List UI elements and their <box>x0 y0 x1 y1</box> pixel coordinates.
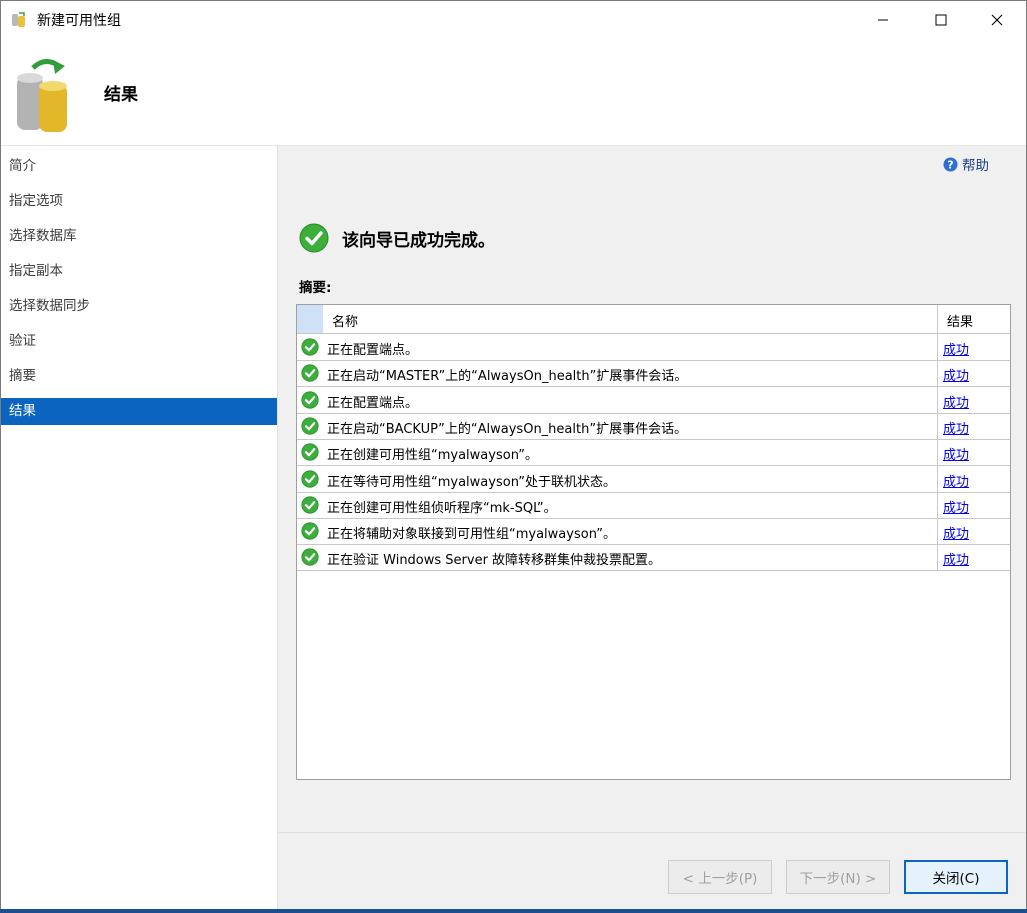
table-row[interactable]: 正在配置端点。 成功 <box>297 334 1010 361</box>
wizard-nav: 简介 指定选项 选择数据库 指定副本 选择数据同步 验证 摘要 结果 <box>1 146 278 912</box>
wizard-window: 新建可用性组 结果 简介 指定选项 选择数据库 指定副本 选择数据同步 验证 摘… <box>0 0 1027 913</box>
wizard-footer: < 上一步(P) 下一步(N) > 关闭(C) <box>278 832 1026 912</box>
table-row[interactable]: 正在等待可用性组“myalwayson”处于联机状态。 成功 <box>297 466 1010 493</box>
success-check-icon <box>301 443 319 461</box>
table-row[interactable]: 正在创建可用性组“myalwayson”。 成功 <box>297 439 1010 467</box>
row-action-name: 正在启动“BACKUP”上的“AlwaysOn_health”扩展事件会话。 <box>327 421 688 437</box>
svg-text:?: ? <box>947 158 953 171</box>
row-result-link[interactable]: 成功 <box>943 339 969 358</box>
nav-item-specify-options[interactable]: 指定选项 <box>1 188 277 215</box>
success-check-icon <box>301 390 319 409</box>
row-result-link[interactable]: 成功 <box>943 549 969 568</box>
content-panel: ? 帮助 该向导已成功完成。 摘要: 名称 结果 正在配置端点。 成功 正在启动“M… <box>278 146 1026 832</box>
page-title: 结果 <box>104 85 138 105</box>
window-title: 新建可用性组 <box>37 13 121 29</box>
back-button[interactable]: < 上一步(P) <box>668 860 772 894</box>
table-row[interactable]: 正在启动“MASTER”上的“AlwaysOn_health”扩展事件会话。 成功 <box>297 360 1010 388</box>
success-check-icon <box>301 338 319 356</box>
database-wizard-icon <box>10 11 27 28</box>
summary-label: 摘要: <box>299 280 332 296</box>
nav-item-results[interactable]: 结果 <box>1 398 277 425</box>
taskbar-edge <box>0 909 1027 913</box>
row-action-name: 正在创建可用性组“myalwayson”。 <box>327 448 538 464</box>
grid-header: 名称 结果 <box>297 305 1010 334</box>
maximize-button[interactable] <box>918 1 964 38</box>
table-row[interactable]: 正在创建可用性组侦听程序“mk-SQL”。 成功 <box>297 492 1010 519</box>
success-check-icon <box>301 417 319 435</box>
close-window-button[interactable] <box>974 1 1020 38</box>
minimize-button[interactable] <box>860 1 906 38</box>
table-row[interactable]: 正在启动“BACKUP”上的“AlwaysOn_health”扩展事件会话。 成功 <box>297 413 1010 440</box>
status-row: 该向导已成功完成。 <box>299 223 495 253</box>
nav-item-introduction[interactable]: 简介 <box>1 153 277 180</box>
success-check-icon <box>301 469 319 488</box>
help-label: 帮助 <box>962 158 989 174</box>
row-result-link[interactable]: 成功 <box>943 523 969 542</box>
nav-item-select-databases[interactable]: 选择数据库 <box>1 223 277 250</box>
row-result-link[interactable]: 成功 <box>943 392 969 411</box>
status-message: 该向导已成功完成。 <box>342 230 495 251</box>
table-row[interactable]: 正在配置端点。 成功 <box>297 387 1010 414</box>
row-action-name: 正在验证 Windows Server 故障转移群集仲裁投票配置。 <box>327 553 662 569</box>
nav-item-summary[interactable]: 摘要 <box>1 363 277 390</box>
column-header-name[interactable]: 名称 <box>332 311 358 330</box>
table-row[interactable]: 正在验证 Windows Server 故障转移群集仲裁投票配置。 成功 <box>297 544 1010 572</box>
minimize-icon <box>878 19 888 20</box>
nav-item-data-synchronization[interactable]: 选择数据同步 <box>1 293 277 320</box>
success-check-icon <box>301 522 319 540</box>
success-check-icon <box>301 496 319 514</box>
page-header: 结果 <box>1 38 1026 146</box>
row-result-link[interactable]: 成功 <box>943 471 969 490</box>
row-result-link[interactable]: 成功 <box>943 497 969 516</box>
nav-item-specify-replicas[interactable]: 指定副本 <box>1 258 277 285</box>
success-check-icon <box>301 364 319 382</box>
table-row[interactable]: 正在将辅助对象联接到可用性组“myalwayson”。 成功 <box>297 518 1010 546</box>
maximize-icon <box>935 14 947 25</box>
help-circle-icon: ? <box>943 157 958 171</box>
success-check-icon <box>299 223 329 253</box>
row-action-name: 正在配置端点。 <box>327 343 419 358</box>
results-grid[interactable]: 名称 结果 正在配置端点。 成功 正在启动“MASTER”上的“AlwaysOn_h… <box>296 304 1011 780</box>
row-result-link[interactable]: 成功 <box>943 418 969 437</box>
database-refresh-icon <box>15 54 75 134</box>
next-button[interactable]: 下一步(N) > <box>786 860 890 894</box>
close-icon <box>991 14 1003 25</box>
success-check-icon <box>301 548 319 566</box>
close-button[interactable]: 关闭(C) <box>904 860 1008 894</box>
column-header-result[interactable]: 结果 <box>947 311 973 330</box>
row-action-name: 正在启动“MASTER”上的“AlwaysOn_health”扩展事件会话。 <box>327 369 688 385</box>
row-action-name: 正在创建可用性组侦听程序“mk-SQL”。 <box>327 500 557 516</box>
row-result-link[interactable]: 成功 <box>943 444 969 463</box>
row-action-name: 正在配置端点。 <box>327 395 419 411</box>
nav-item-validation[interactable]: 验证 <box>1 328 277 355</box>
row-result-link[interactable]: 成功 <box>943 365 969 384</box>
row-action-name: 正在将辅助对象联接到可用性组“myalwayson”。 <box>327 527 616 543</box>
row-action-name: 正在等待可用性组“myalwayson”处于联机状态。 <box>327 474 616 490</box>
title-bar: 新建可用性组 <box>1 1 1026 38</box>
help-link[interactable]: ? 帮助 <box>943 154 989 174</box>
grid-corner <box>297 305 323 333</box>
